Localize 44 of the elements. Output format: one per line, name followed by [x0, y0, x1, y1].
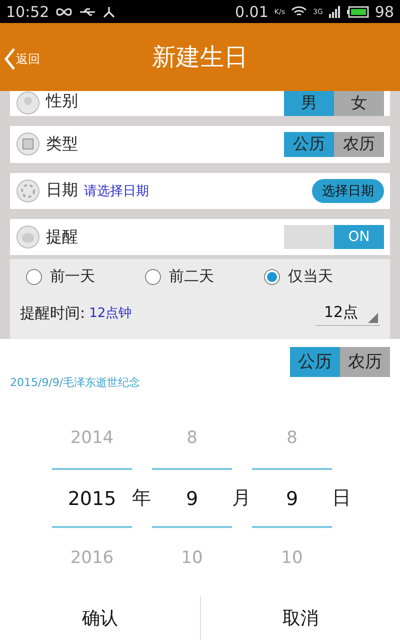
segment-option[interactable]: 农历	[334, 132, 384, 157]
picker-selected[interactable]: 2015	[52, 468, 132, 528]
picker-selected[interactable]: 9	[152, 468, 232, 528]
battery-level: 98	[374, 2, 394, 21]
calendar-icon	[16, 132, 40, 156]
radio-option[interactable]: 仅当天	[264, 267, 374, 286]
reminder-time-label: 提醒时间:	[20, 304, 86, 323]
back-chevron-icon	[4, 47, 16, 72]
radio-icon[interactable]	[264, 268, 280, 285]
picker-selected[interactable]: 9	[252, 468, 332, 528]
picker-unit: 年	[132, 486, 152, 511]
date-hint: 请选择日期	[84, 182, 149, 200]
usb-icon	[79, 6, 98, 17]
clock-icon	[16, 178, 40, 203]
hour-dropdown[interactable]: 12点	[316, 300, 380, 326]
row-label: 日期	[46, 180, 78, 202]
back-button[interactable]: 返回	[4, 47, 40, 72]
alarm-icon	[16, 225, 40, 250]
picker-unit: 月	[232, 486, 252, 511]
infinity-icon	[55, 6, 74, 17]
picker-unit: 日	[332, 486, 352, 511]
select-date-button[interactable]: 选择日期	[312, 178, 384, 203]
segment-option[interactable]: 公历	[284, 132, 334, 157]
radio-option[interactable]: 前一天	[26, 267, 136, 286]
signal-icon	[328, 6, 341, 18]
segment-option[interactable]: 公历	[290, 346, 340, 377]
battery-icon	[346, 6, 369, 18]
row-label: 类型	[46, 134, 78, 155]
row-label: 提醒	[46, 226, 78, 248]
segment-option[interactable]: 农历	[340, 346, 390, 377]
radio-icon[interactable]	[145, 268, 161, 285]
radio-icon[interactable]	[26, 268, 42, 285]
segment-option[interactable]: 女	[334, 90, 384, 116]
network-speed: 0.01	[235, 2, 268, 21]
corner-icon	[368, 313, 378, 324]
share-icon	[103, 6, 116, 18]
event-text: 2015/9/9/毛泽东逝世纪念	[10, 374, 140, 390]
page-title: 新建生日	[152, 42, 248, 74]
reminder-time-value: 12点钟	[89, 305, 132, 322]
clock-time: 10:52	[6, 2, 50, 21]
radio-option[interactable]: 前二天	[145, 267, 255, 286]
row-label: 性别	[46, 90, 78, 112]
segment-option[interactable]: 男	[284, 90, 334, 116]
wifi-icon	[291, 6, 308, 18]
